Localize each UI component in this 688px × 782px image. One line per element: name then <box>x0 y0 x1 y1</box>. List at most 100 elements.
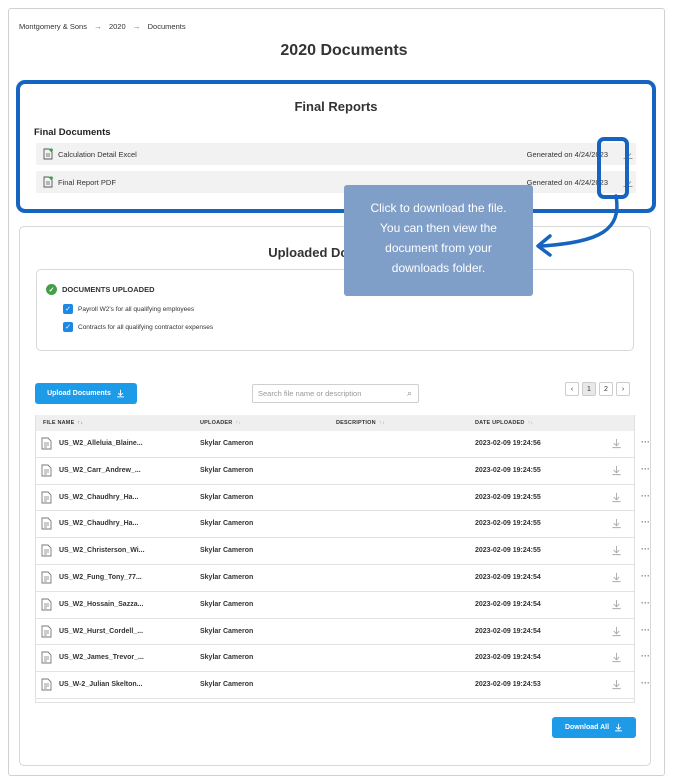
uploader-cell: Skylar Cameron <box>200 573 254 581</box>
table-row[interactable]: US_W2_Alleluia_Blaine... Skylar Cameron 20… <box>35 431 650 458</box>
date-cell: 2023-02-09 19:24:54 <box>475 573 541 581</box>
checklist-header: ✓ DOCUMENTS UPLOADED <box>46 284 155 295</box>
file-name-cell[interactable]: US_W2_Christerson_Wi... <box>59 547 145 554</box>
checkbox-checked-icon: ✓ <box>63 322 73 332</box>
upload-checklist: ✓ DOCUMENTS UPLOADED ✓ Payroll W2's for … <box>36 269 634 351</box>
more-icon[interactable]: ··· <box>641 598 650 608</box>
date-cell: 2023-02-09 19:24:55 <box>475 520 541 528</box>
breadcrumb-year[interactable]: 2020 <box>109 22 126 31</box>
report-name[interactable]: Calculation Detail Excel <box>58 150 137 159</box>
tooltip-arrow-icon <box>536 194 619 257</box>
chevron-left-icon[interactable]: ‹ <box>565 382 579 396</box>
file-name-cell[interactable]: US_W2_Fung_Tony_77... <box>59 574 142 581</box>
download-icon[interactable] <box>611 545 622 556</box>
tooltip-line: Click to download the file. <box>370 201 507 215</box>
download-icon[interactable] <box>611 492 622 503</box>
file-name-cell[interactable]: US_W2_Chaudhry_Ha... <box>59 494 138 501</box>
download-icon[interactable] <box>611 679 622 690</box>
final-reports-title: Final Reports <box>294 99 378 114</box>
page-2-button[interactable]: 2 <box>599 382 613 396</box>
download-icon[interactable] <box>611 652 622 663</box>
more-icon[interactable]: ··· <box>641 651 650 661</box>
date-cell: 2023-02-09 19:24:54 <box>475 600 541 608</box>
sort-icon: ↑↓ <box>378 420 385 426</box>
breadcrumb-arrow-icon: → <box>132 22 141 31</box>
file-name-cell[interactable]: US_W2_James_Trevor_... <box>59 654 144 661</box>
download-all-button[interactable]: Download All <box>552 717 636 738</box>
table-body: US_W2_Alleluia_Blaine... Skylar Cameron 20… <box>35 431 650 699</box>
document-icon <box>43 148 53 160</box>
page-title: 2020 Documents <box>280 42 408 59</box>
documents-table: FILE NAME ↑↓ UPLOADER ↑↓ DESCRIPTION ↑↓ DAT… <box>35 415 650 699</box>
search-icon[interactable]: ⌕ <box>407 388 412 399</box>
file-name-cell[interactable]: US_W-2_Julian Skelton... <box>59 681 143 688</box>
search-input[interactable]: Search file name or description ⌕ <box>252 384 419 403</box>
more-icon[interactable]: ··· <box>641 517 650 527</box>
col-file-name[interactable]: FILE NAME ↑↓ <box>43 420 83 426</box>
table-row[interactable]: US_W2_Hossain_Sazza... Skylar Cameron 2023… <box>35 592 650 619</box>
report-name[interactable]: Final Report PDF <box>58 178 116 187</box>
more-icon[interactable]: ··· <box>641 571 650 581</box>
table-row[interactable]: US_W2_Carr_Andrew_... Skylar Cameron 2023-… <box>35 458 650 485</box>
table-row[interactable]: US_W2_Chaudhry_Ha... Skylar Cameron 2023-0… <box>35 485 650 512</box>
table-row[interactable]: US_W2_James_Trevor_... Skylar Cameron 2023… <box>35 645 650 673</box>
breadcrumb-arrow-icon: → <box>93 22 102 31</box>
table-row[interactable]: US_W-2_Julian Skelton... Skylar Cameron 20… <box>35 672 650 699</box>
checklist-item-label: Contracts for all qualifying contractor … <box>78 323 214 331</box>
page-1-button[interactable]: 1 <box>582 382 596 396</box>
checklist-item: ✓ Contracts for all qualifying contracto… <box>63 322 213 332</box>
document-icon <box>41 464 52 477</box>
uploaded-documents-card: Uploaded Documents ✓ DOCUMENTS UPLOADED … <box>19 226 651 766</box>
download-icon[interactable] <box>611 599 622 610</box>
col-uploader[interactable]: UPLOADER ↑↓ <box>200 420 241 426</box>
uploader-cell: Skylar Cameron <box>200 600 254 608</box>
download-icon[interactable] <box>611 626 622 637</box>
breadcrumb: Montgomery & Sons → 2020 → Documents <box>19 22 186 31</box>
pagination: ‹ 1 2 › <box>565 382 630 396</box>
chevron-right-icon[interactable]: › <box>616 382 630 396</box>
download-icon[interactable] <box>611 572 622 583</box>
document-icon <box>41 517 52 530</box>
checkbox-checked-icon: ✓ <box>63 304 73 314</box>
breadcrumb-current: Documents <box>147 22 186 31</box>
document-icon <box>41 625 52 638</box>
uploader-cell: Skylar Cameron <box>200 547 254 555</box>
download-icon[interactable] <box>611 438 622 449</box>
more-icon[interactable]: ··· <box>641 437 650 447</box>
upload-button-label: Upload Documents <box>47 390 111 397</box>
sort-icon: ↑↓ <box>77 420 84 426</box>
document-icon <box>41 437 52 450</box>
file-name-cell[interactable]: US_W2_Alleluia_Blaine... <box>59 440 143 447</box>
col-description[interactable]: DESCRIPTION ↑↓ <box>336 420 385 426</box>
report-generated-date: Generated on 4/24/2023 <box>526 149 608 159</box>
date-cell: 2023-02-09 19:24:56 <box>475 440 541 447</box>
table-row[interactable]: US_W2_Christerson_Wi... Skylar Cameron 202… <box>35 538 650 565</box>
uploader-cell: Skylar Cameron <box>200 493 254 501</box>
search-placeholder: Search file name or description <box>258 389 362 398</box>
table-row[interactable]: US_W2_Chaudhry_Ha... Skylar Cameron 2023-0… <box>35 511 650 539</box>
table-row[interactable]: US_W2_Hurst_Cordell_... Skylar Cameron 202… <box>35 619 650 646</box>
date-cell: 2023-02-09 19:24:53 <box>475 681 541 689</box>
file-name-cell[interactable]: US_W2_Hurst_Cordell_... <box>59 628 143 635</box>
table-header: FILE NAME ↑↓ UPLOADER ↑↓ DESCRIPTION ↑↓ DAT… <box>35 415 635 431</box>
checklist-item-label: Payroll W2's for all qualifying employee… <box>78 305 195 313</box>
file-name-cell[interactable]: US_W2_Hossain_Sazza... <box>59 601 143 608</box>
more-icon[interactable]: ··· <box>641 491 650 501</box>
download-icon <box>117 389 124 398</box>
tooltip-line: document from your <box>385 241 492 255</box>
uploader-cell: Skylar Cameron <box>200 440 254 447</box>
document-icon <box>41 678 52 691</box>
col-date-uploaded[interactable]: DATE UPLOADED ↑↓ <box>475 420 533 426</box>
breadcrumb-company[interactable]: Montgomery & Sons <box>19 22 87 31</box>
more-icon[interactable]: ··· <box>641 464 650 474</box>
table-row[interactable]: US_W2_Fung_Tony_77... Skylar Cameron 2023-… <box>35 565 650 592</box>
more-icon[interactable]: ··· <box>641 625 650 635</box>
date-cell: 2023-02-09 19:24:54 <box>475 654 541 662</box>
file-name-cell[interactable]: US_W2_Chaudhry_Ha... <box>59 520 138 527</box>
download-icon[interactable] <box>611 465 622 476</box>
download-icon[interactable] <box>611 518 622 529</box>
upload-documents-button[interactable]: Upload Documents <box>35 383 137 404</box>
more-icon[interactable]: ··· <box>641 544 650 554</box>
more-icon[interactable]: ··· <box>641 678 650 688</box>
file-name-cell[interactable]: US_W2_Carr_Andrew_... <box>59 467 141 474</box>
